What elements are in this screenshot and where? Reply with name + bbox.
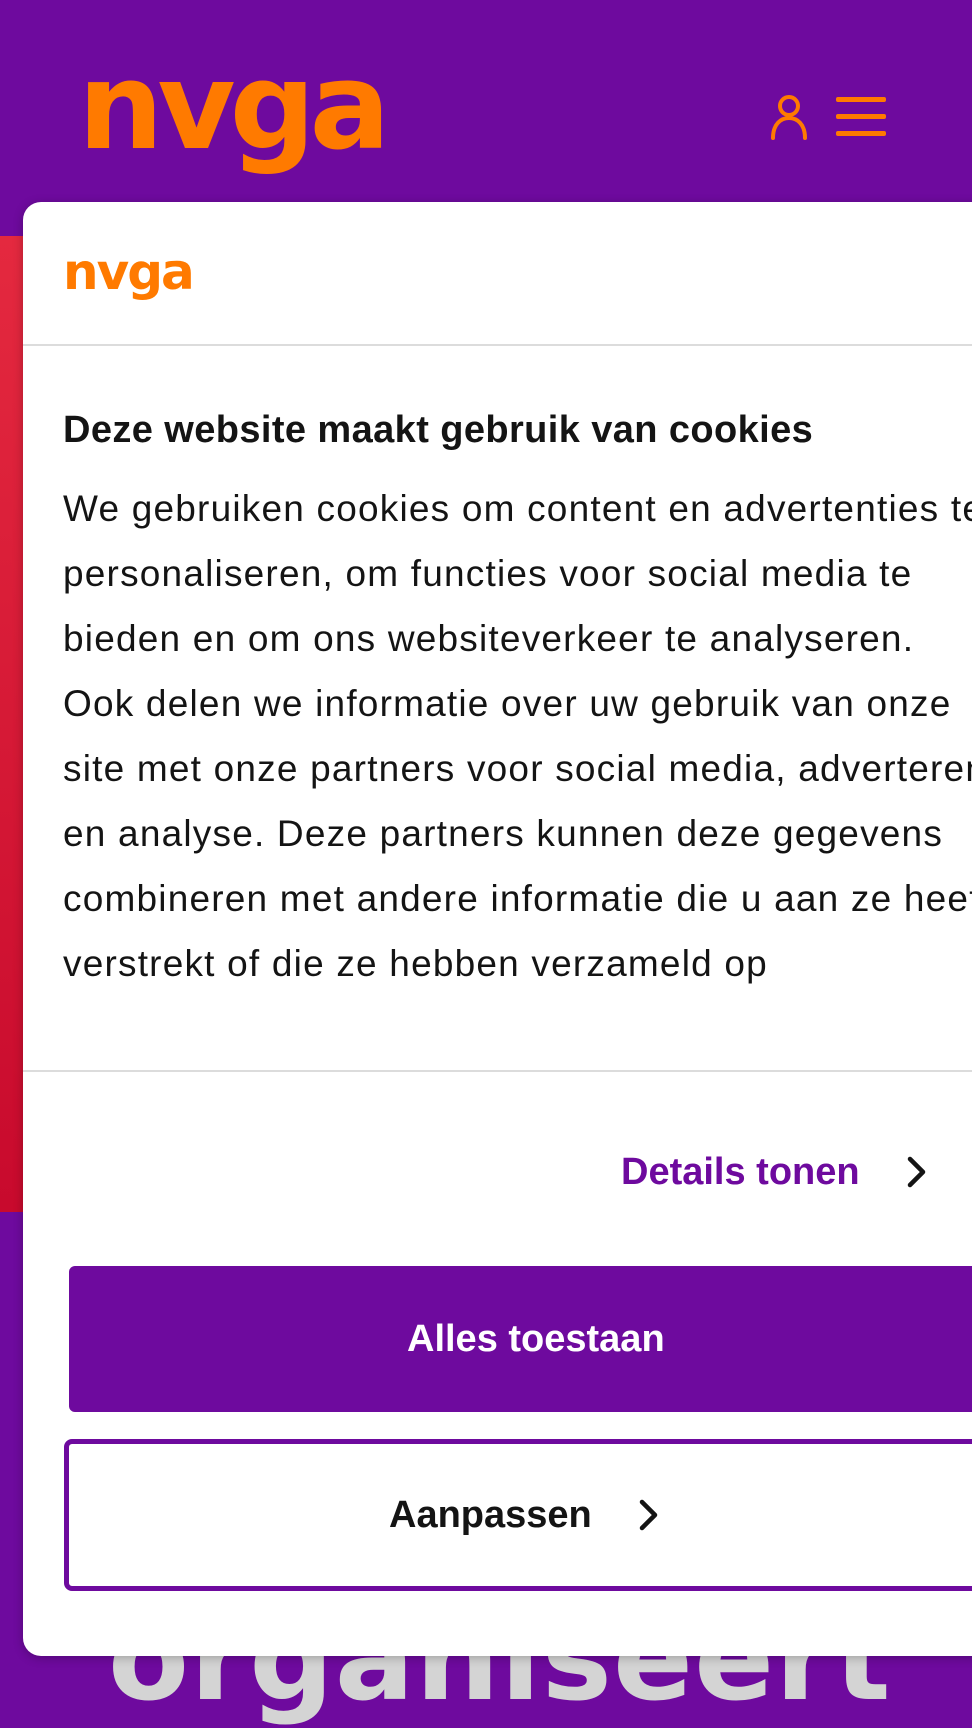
cookie-description: We gebruiken cookies om content en adver… (63, 488, 972, 984)
header-actions (770, 94, 886, 140)
customize-button[interactable]: Aanpassen (64, 1439, 972, 1591)
user-icon[interactable] (770, 94, 808, 140)
cookie-consent-dialog: nvga Deze website maakt gebruik van cook… (23, 202, 972, 1656)
hamburger-menu-icon[interactable] (836, 95, 886, 139)
site-logo[interactable]: nvga (78, 48, 391, 168)
chevron-right-icon (639, 1499, 657, 1531)
site-header: nvga (0, 0, 972, 200)
show-details-label: Details tonen (621, 1150, 860, 1193)
dialog-header: nvga (23, 202, 972, 346)
allow-all-label: Alles toestaan (407, 1317, 665, 1360)
dialog-divider (23, 1070, 972, 1072)
customize-label: Aanpassen (389, 1493, 592, 1536)
allow-all-button[interactable]: Alles toestaan (69, 1266, 972, 1412)
cookie-title: Deze website maakt gebruik van cookies (63, 409, 814, 451)
show-details-link[interactable]: Details tonen (621, 1142, 928, 1202)
dialog-logo: nvga (63, 243, 195, 301)
chevron-right-icon (907, 1156, 925, 1188)
